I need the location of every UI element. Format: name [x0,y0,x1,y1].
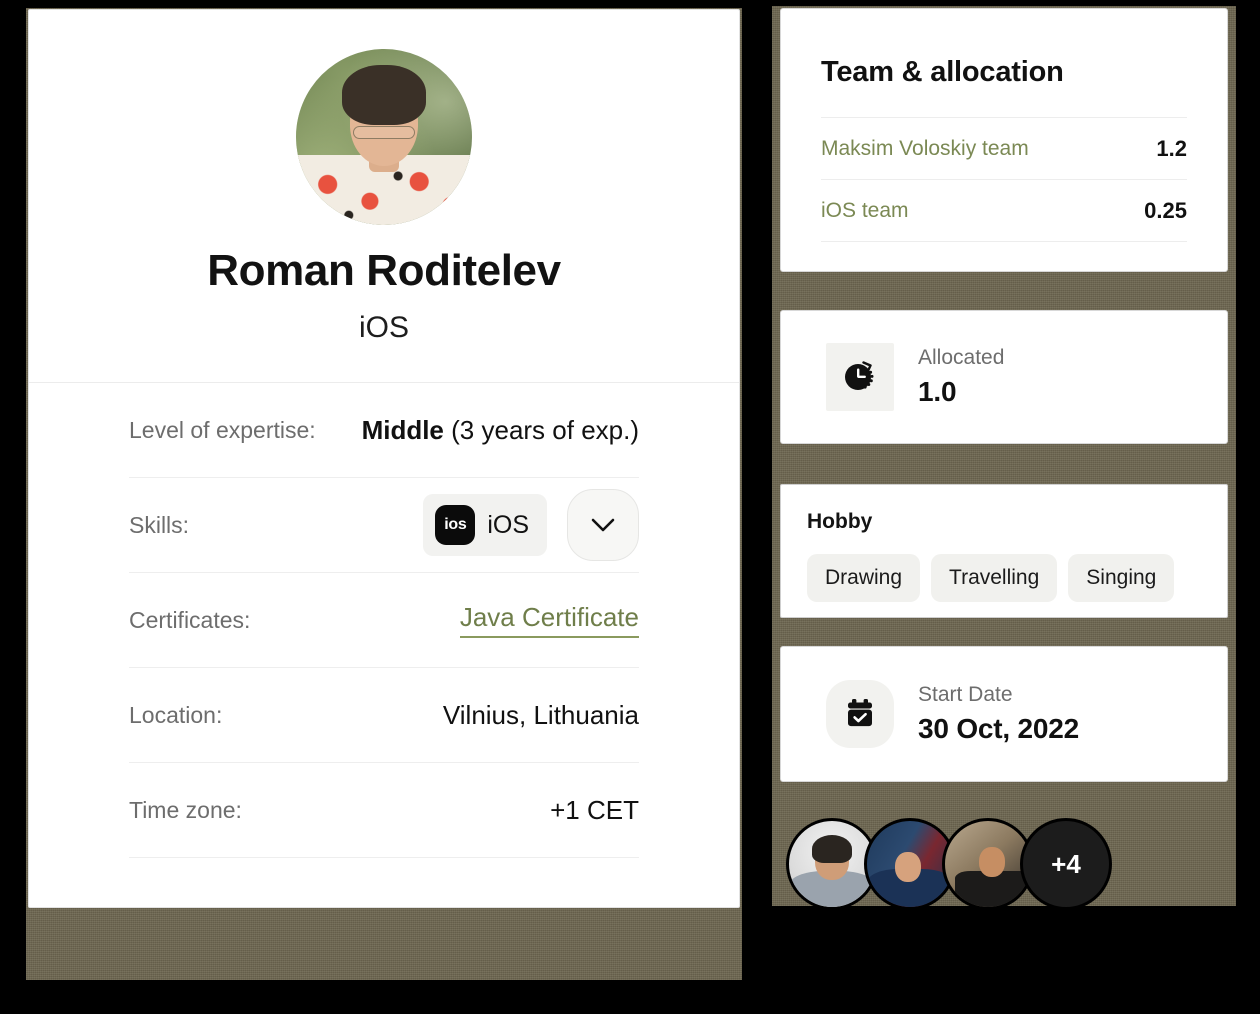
allocated-card: Allocated 1.0 [780,310,1228,444]
skills-area: ios iOS [423,489,639,562]
avatar-overflow-count[interactable]: +4 [1020,818,1112,910]
hobby-title: Hobby [807,510,873,533]
screenshot-stage: Roman Roditelev iOS Level of expertise: … [0,0,1260,1014]
profile-role: iOS [358,311,409,345]
allocated-content: Allocated 1.0 [781,311,1227,443]
info-value-timezone: +1 CET [550,794,639,825]
team-allocation-card: Team & allocation Maksim Voloskiy team 1… [780,8,1228,272]
expertise-years: (3 years of exp.) [451,414,639,445]
chevron-down-icon [591,519,615,532]
start-date-label: Start Date [918,683,1013,706]
avatar-stack: +4 [786,818,1112,910]
info-value-location: Vilnius, Lithuania [442,699,639,730]
table-row[interactable]: Maksim Voloskiy team 1.2 [821,118,1187,180]
hobby-card: Hobby Drawing Travelling Singing [780,484,1228,618]
table-row[interactable]: iOS team 0.25 [821,180,1187,242]
allocated-label: Allocated [918,346,1005,369]
expand-skills-button[interactable] [567,489,639,562]
info-value-expertise: Middle (3 years of exp.) [362,415,639,446]
start-date-content: Start Date 30 Oct, 2022 [781,647,1227,781]
start-date-icon-tile [826,680,894,748]
avatar-glasses [353,126,415,140]
start-date-card: Start Date 30 Oct, 2022 [780,646,1228,782]
hobby-chip-drawing[interactable]: Drawing [807,554,921,602]
team-name[interactable]: Maksim Voloskiy team [821,137,1029,161]
info-label-location: Location: [129,701,223,728]
info-row-location: Location: Vilnius, Lithuania [129,668,639,764]
team-allocation-list: Maksim Voloskiy team 1.2 iOS team 0.25 [821,117,1187,242]
info-row-timezone: Time zone: +1 CET [129,763,639,859]
allocated-text: Allocated 1.0 [918,346,1004,408]
skill-chip-ios[interactable]: ios iOS [423,494,547,557]
profile-card: Roman Roditelev iOS Level of expertise: … [28,9,740,908]
avatar-face [979,846,1006,877]
expertise-level: Middle [361,414,444,445]
allocated-icon-tile [826,343,894,411]
skill-label: iOS [487,510,529,539]
hobby-chip-list: Drawing Travelling Singing [781,534,1227,602]
page-title: Roman Roditelev [207,246,561,295]
profile-info-list: Level of expertise: Middle (3 years of e… [29,383,739,859]
team-allocation-value: 1.2 [1156,135,1187,161]
user-photo-avatar [296,49,472,225]
hobby-chip-singing[interactable]: Singing [1068,554,1175,602]
info-label-skills: Skills: [129,511,190,538]
ios-logo-icon: ios [435,505,476,546]
info-row-expertise: Level of expertise: Middle (3 years of e… [129,383,639,479]
clock-progress-icon [845,361,874,390]
profile-header: Roman Roditelev iOS [29,10,739,384]
team-allocation-title: Team & allocation [821,56,1064,88]
info-label-expertise: Level of expertise: [129,416,316,443]
certificate-link[interactable]: Java Certificate [459,602,639,639]
allocated-value: 1.0 [918,376,957,407]
avatar-hair [342,64,426,125]
team-name[interactable]: iOS team [821,199,909,223]
avatar-face [895,851,922,882]
info-label-certificates: Certificates: [129,606,251,633]
start-date-value: 30 Oct, 2022 [918,713,1080,744]
info-row-skills: Skills: ios iOS [129,478,639,574]
team-allocation-value: 0.25 [1144,197,1187,223]
calendar-check-icon [848,699,872,727]
info-row-certificates: Certificates: Java Certificate [129,573,639,669]
avatar-hair [812,834,852,863]
info-label-timezone: Time zone: [129,796,242,823]
start-date-text: Start Date 30 Oct, 2022 [918,683,1079,745]
hobby-chip-travelling[interactable]: Travelling [931,554,1058,602]
